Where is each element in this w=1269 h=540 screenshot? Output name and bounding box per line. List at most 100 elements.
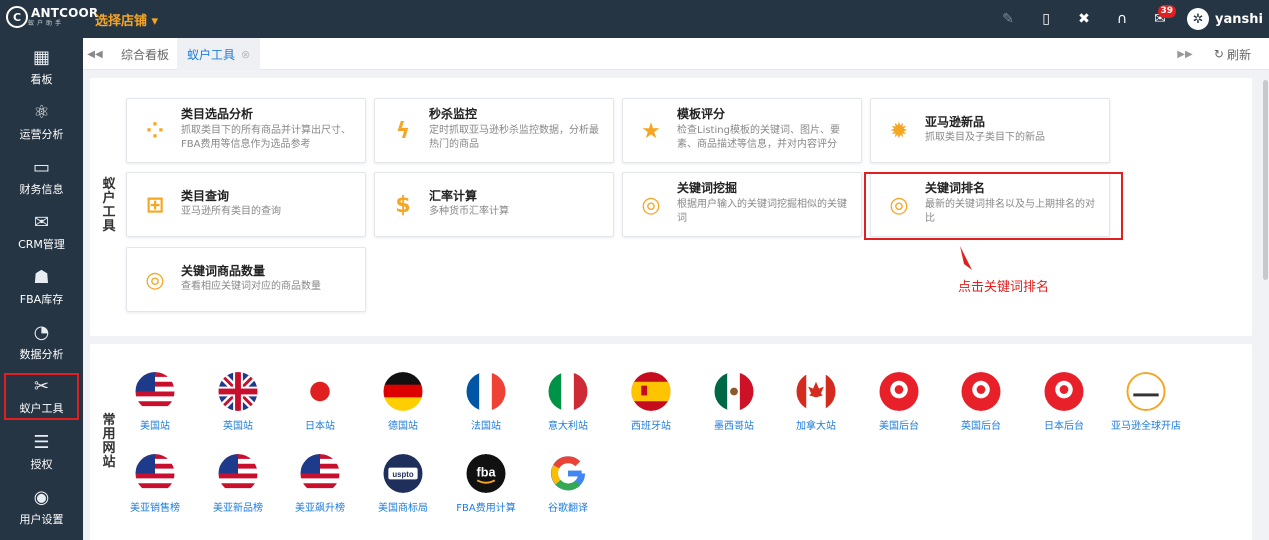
close-icon[interactable]: ⊗: [241, 48, 250, 61]
site-label: 德国站: [388, 421, 418, 432]
tool-card-title: 类目选品分析: [181, 107, 254, 121]
scrollbar-thumb[interactable]: [1263, 80, 1268, 280]
tab-scroll-right-icon[interactable]: ▶▶: [1175, 38, 1195, 70]
us-flag-icon: [300, 454, 340, 493]
tab-tools[interactable]: 蚁户工具 ⊗: [177, 38, 261, 70]
sidebar-item-user-settings[interactable]: ◉ 用户设置: [0, 480, 83, 535]
site-label: FBA费用计算: [456, 503, 516, 514]
location-pin-icon: [961, 372, 1001, 411]
it-flag-icon: [548, 372, 588, 411]
fba-logo-icon: fba: [466, 454, 506, 493]
new-badge-icon: ✹: [889, 118, 909, 144]
sidebar-item-data[interactable]: ◔ 数据分析: [0, 315, 83, 370]
tool-card-template-score[interactable]: ★ 模板评分 检查Listing模板的关键词、图片、要素、商品描述等信息，并对内…: [622, 98, 862, 163]
site-label: 美亚销售榜: [130, 503, 180, 514]
site-label: 美国站: [140, 421, 170, 432]
sidebar: ▦ 看板 ⚛ 运营分析 ▭ 财务信息 ✉ CRM管理 ☗ FBA库存 ◔ 数据分…: [0, 38, 83, 540]
site-uk[interactable]: 英国站: [196, 372, 280, 432]
site-es[interactable]: 西班牙站: [609, 372, 693, 432]
location-pin-icon: [879, 372, 919, 411]
site-us-new-releases[interactable]: 美亚新品榜: [196, 454, 280, 514]
username: yanshi: [1215, 11, 1263, 27]
tool-card-keyword-product-count[interactable]: ◎ 关键词商品数量 查看相应关键词对应的商品数量: [126, 247, 366, 312]
site-label: 西班牙站: [631, 421, 671, 432]
auth-icon: ☰: [33, 432, 50, 453]
site-de[interactable]: 德国站: [361, 372, 445, 432]
es-flag-icon: [631, 372, 671, 411]
target-icon: ◎: [145, 267, 165, 293]
mail-icon[interactable]: ✉ 39: [1141, 0, 1179, 38]
site-fr[interactable]: 法国站: [444, 372, 528, 432]
site-fba-calculator[interactable]: fba FBA费用计算: [444, 454, 528, 514]
sidebar-item-fba[interactable]: ☗ FBA库存: [0, 260, 83, 315]
sidebar-item-tools[interactable]: ✂ 蚁户工具: [0, 369, 83, 424]
tool-card-amazon-new[interactable]: ✹ 亚马逊新品 抓取类目及子类目下的新品: [870, 98, 1110, 163]
tool-card-flash-sale-monitor[interactable]: ϟ 秒杀监控 定时抓取亚马逊秒杀监控数据，分析最热门的商品: [374, 98, 614, 163]
site-uspto[interactable]: uspto 美国商标局: [361, 454, 445, 514]
inventory-icon: ☗: [33, 267, 50, 288]
fullscreen-icon[interactable]: ✖: [1065, 0, 1103, 38]
logo-subtitle: 蚁户助手: [28, 20, 65, 27]
site-it[interactable]: 意大利站: [526, 372, 610, 432]
site-us-backend[interactable]: 美国后台: [857, 372, 941, 432]
logo[interactable]: C ANTCOOR 蚁户助手: [6, 6, 98, 28]
tab-scroll-left-icon[interactable]: ◀◀: [83, 38, 107, 70]
chart-icon: ◔: [33, 322, 50, 343]
site-us-best-sellers[interactable]: 美亚销售榜: [113, 454, 197, 514]
pin-icon[interactable]: ✎: [989, 0, 1027, 38]
site-us-movers[interactable]: 美亚飙升榜: [278, 454, 362, 514]
tool-card-category-query[interactable]: ⊞ 类目查询 亚马逊所有类目的查询: [126, 172, 366, 237]
finance-icon: ▭: [32, 157, 50, 178]
sidebar-item-operations[interactable]: ⚛ 运营分析: [0, 95, 83, 150]
logo-icon: C: [6, 6, 28, 28]
lightning-icon: ϟ: [395, 118, 411, 144]
mail-badge: 39: [1157, 5, 1177, 18]
site-label: 美国商标局: [378, 503, 428, 514]
tool-card-title: 关键词挖掘: [677, 181, 738, 195]
site-us[interactable]: 美国站: [113, 372, 197, 432]
avatar-icon: ✲: [1187, 8, 1210, 30]
site-label: 日本站: [305, 421, 335, 432]
tool-card-title: 关键词商品数量: [181, 264, 266, 278]
site-google-translate[interactable]: 谷歌翻译: [526, 454, 610, 514]
site-global-store[interactable]: 亚马逊全球开店: [1104, 372, 1188, 432]
store-select-dropdown[interactable]: 选择店铺 ▾: [95, 10, 158, 29]
site-uk-backend[interactable]: 英国后台: [939, 372, 1023, 432]
target-icon: ◎: [641, 192, 661, 218]
tool-card-desc: 抓取类目下的所有商品并计算出尺寸、FBA费用等信息作为选品参考: [181, 125, 351, 150]
site-jp[interactable]: 日本站: [278, 372, 362, 432]
sidebar-item-label: 看板: [30, 73, 53, 86]
site-label: 墨西哥站: [714, 421, 754, 432]
tab-dashboard[interactable]: 综合看板: [111, 38, 179, 70]
mobile-icon[interactable]: ▯: [1027, 0, 1065, 38]
de-flag-icon: [383, 372, 423, 411]
site-jp-backend[interactable]: 日本后台: [1022, 372, 1106, 432]
uspto-logo-icon: uspto: [383, 454, 423, 493]
tool-card-category-selection[interactable]: ⁘ 类目选品分析 抓取类目下的所有商品并计算出尺寸、FBA费用等信息作为选品参考: [126, 98, 366, 163]
site-label: 加拿大站: [796, 421, 836, 432]
sidebar-item-crm[interactable]: ✉ CRM管理: [0, 205, 83, 260]
sidebar-item-dashboard[interactable]: ▦ 看板: [0, 40, 83, 95]
tool-card-exchange-rate[interactable]: $ 汇率计算 多种货币汇率计算: [374, 172, 614, 237]
tool-card-keyword-mining[interactable]: ◎ 关键词挖掘 根据用户输入的关键词挖掘相似的关键词: [622, 172, 862, 237]
tab-label: 综合看板: [121, 47, 170, 62]
tool-card-desc: 亚马逊所有类目的查询: [181, 206, 281, 217]
sidebar-item-auth[interactable]: ☰ 授权: [0, 425, 83, 480]
site-mx[interactable]: 墨西哥站: [692, 372, 776, 432]
ca-flag-icon: [796, 372, 836, 411]
sidebar-item-label: 财务信息: [19, 183, 64, 196]
refresh-icon: ↻: [1213, 47, 1224, 61]
annotation-arrow-icon: [960, 246, 972, 270]
sidebar-item-finance[interactable]: ▭ 财务信息: [0, 150, 83, 205]
us-flag-icon: [218, 454, 258, 493]
site-label: 美亚新品榜: [213, 503, 263, 514]
refresh-button[interactable]: ↻ 刷新: [1214, 38, 1251, 70]
tool-card-desc: 检查Listing模板的关键词、图片、要素、商品描述等信息，并对内容评分: [677, 125, 840, 150]
site-label: 谷歌翻译: [548, 503, 588, 514]
site-ca[interactable]: 加拿大站: [774, 372, 858, 432]
sidebar-item-label: 用户设置: [19, 513, 64, 526]
headset-icon[interactable]: ∩: [1103, 0, 1141, 38]
svg-text:uspto: uspto: [392, 470, 413, 479]
dashboard-icon: ▦: [32, 47, 50, 68]
user-menu[interactable]: ✲ yanshi: [1179, 8, 1269, 30]
